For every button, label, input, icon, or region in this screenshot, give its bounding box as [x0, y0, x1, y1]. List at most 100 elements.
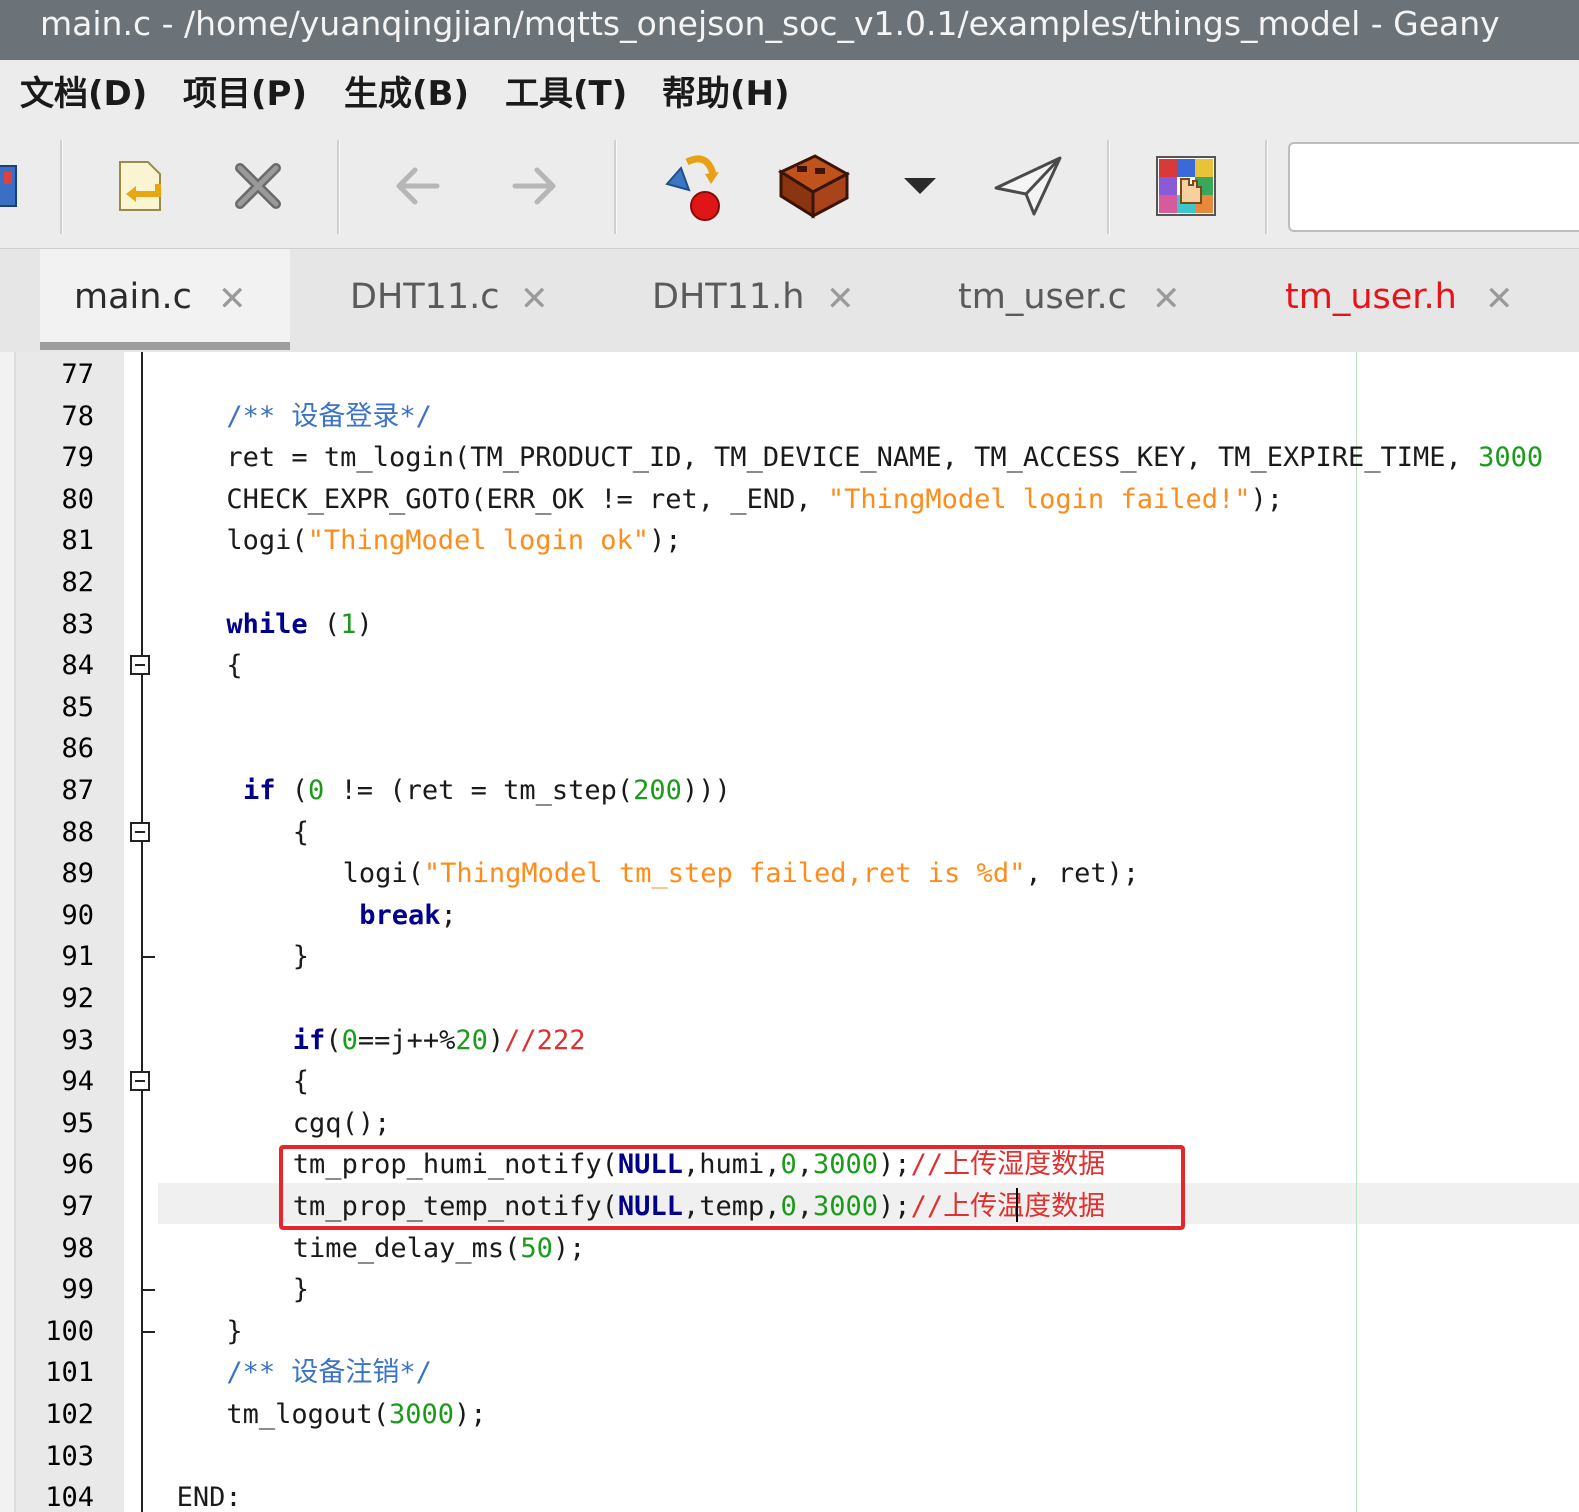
code-token: /** 设备注销*/: [226, 1357, 432, 1389]
code-token: (: [275, 775, 309, 806]
code-token: END:: [176, 1482, 242, 1512]
code-token: //222: [504, 1024, 586, 1056]
line-number: 90: [61, 899, 94, 931]
line-number: 85: [61, 691, 94, 723]
line-number: 104: [45, 1482, 94, 1512]
build-icon[interactable]: [773, 146, 853, 226]
code-token: 3000: [388, 1399, 454, 1430]
code-editor[interactable]: 77 78 79 80 81 82 83 84 85 86 87 88 89 90 91 92 93 94 95 96…: [0, 352, 1579, 1512]
code-token: while: [226, 608, 308, 640]
line-number: 88: [61, 816, 94, 848]
tab-dht11-h[interactable]: DHT11.h ✕: [612, 249, 892, 350]
close-tab-icon[interactable]: ✕: [218, 279, 247, 319]
save-icon[interactable]: [0, 146, 30, 226]
menu-tools[interactable]: 工具(T): [505, 72, 627, 116]
close-tab-icon[interactable]: ✕: [1485, 279, 1514, 319]
code-token: != (ret = tm_step(: [324, 775, 634, 806]
code-token: 200: [633, 775, 682, 806]
menu-build[interactable]: 生成(B): [344, 72, 469, 116]
code-line: /** 设备登录*/: [226, 396, 432, 438]
code-token: ;: [440, 899, 457, 931]
fold-end-marker: [141, 1289, 155, 1292]
code-token: tm_logout(: [226, 1399, 389, 1430]
window-title: main.c - /home/yuanqingjian/mqtts_onejso…: [0, 0, 1579, 60]
line-number: 78: [61, 400, 94, 432]
line-number: 94: [61, 1066, 94, 1098]
menu-help[interactable]: 帮助(H): [662, 72, 790, 116]
tab-dht11-c[interactable]: DHT11.c ✕: [310, 249, 590, 350]
code-token: cgq();: [292, 1107, 391, 1139]
fold-toggle-icon[interactable]: [130, 655, 150, 676]
line-number: 77: [61, 359, 94, 390]
code-token: if: [243, 775, 276, 806]
line-number: 93: [61, 1024, 94, 1056]
code-token: {: [292, 1066, 310, 1098]
code-token: "ThingModel login failed!": [827, 483, 1251, 515]
menu-bar: 文档(D) 项目(P) 生成(B) 工具(T) 帮助(H): [0, 60, 1579, 128]
line-number: 97: [61, 1191, 94, 1222]
toolbar: [0, 128, 1579, 249]
close-tab-icon[interactable]: ✕: [826, 279, 855, 319]
code-token: (: [307, 608, 341, 640]
line-number: 95: [61, 1107, 94, 1139]
menu-project[interactable]: 项目(P): [183, 72, 307, 116]
line-number: 79: [61, 442, 94, 474]
search-input[interactable]: [1288, 142, 1579, 232]
document-tabs: main.c ✕ DHT11.c ✕ DHT11.h ✕ tm_user.c ✕…: [0, 249, 1579, 354]
fold-toggle-icon[interactable]: [130, 1071, 150, 1092]
tab-tm-user-c[interactable]: tm_user.c ✕: [918, 249, 1218, 350]
menu-document[interactable]: 文档(D): [20, 72, 147, 116]
code-line: logi("ThingModel login ok");: [226, 520, 681, 562]
forward-arrow-icon[interactable]: [495, 146, 575, 226]
code-token: ))): [681, 775, 731, 806]
compile-icon[interactable]: [653, 146, 733, 226]
fold-end-marker: [141, 1330, 155, 1333]
code-token: ==j++%: [357, 1024, 456, 1056]
code-token: }: [292, 941, 310, 973]
close-tab-icon[interactable]: ✕: [1152, 279, 1181, 319]
code-token: 1: [340, 608, 357, 640]
fold-end-marker: [141, 956, 155, 959]
line-number: 89: [61, 858, 94, 890]
line-number: 81: [61, 525, 94, 557]
code-token: 0: [341, 1024, 358, 1056]
code-token: );: [453, 1399, 487, 1430]
tab-tm-user-h[interactable]: tm_user.h ✕: [1245, 249, 1579, 350]
code-token: if: [292, 1024, 326, 1056]
back-arrow-icon[interactable]: [377, 146, 457, 226]
code-line: time_delay_ms(50);: [293, 1228, 586, 1270]
code-line: while (1): [226, 604, 372, 646]
code-token: {: [292, 816, 310, 848]
line-number: 98: [61, 1232, 94, 1264]
tab-label: tm_user.h: [1285, 277, 1457, 317]
code-line: {: [226, 645, 242, 687]
line-number: 96: [61, 1149, 94, 1181]
code-line: ret = tm_login(TM_PRODUCT_ID, TM_DEVICE_…: [226, 437, 1543, 479]
code-token: );: [552, 1232, 586, 1264]
line-number-margin: 77 78 79 80 81 82 83 84 85 86 87 88 89 90 91 92 93 94 95 96…: [16, 352, 124, 1512]
code-line: logi("ThingModel tm_step failed,ret is %…: [343, 853, 1140, 895]
tab-label: main.c: [74, 277, 192, 317]
color-chooser-icon[interactable]: [1146, 146, 1226, 226]
code-token: 0: [308, 775, 325, 806]
code-token: CHECK_EXPR_GOTO(ERR_OK != ret, _END,: [226, 483, 828, 515]
code-token: }: [292, 1274, 310, 1306]
code-line: if (0 != (ret = tm_step(200))): [243, 770, 731, 812]
execute-icon[interactable]: [988, 146, 1068, 226]
code-token: logi(: [226, 525, 308, 557]
fold-toggle-icon[interactable]: [130, 821, 150, 842]
code-token: break: [359, 899, 441, 931]
tab-label: DHT11.h: [652, 277, 805, 317]
close-icon[interactable]: [218, 146, 298, 226]
code-token: );: [649, 525, 682, 557]
revert-icon[interactable]: [100, 146, 180, 226]
code-line: {: [293, 812, 309, 854]
line-number: 87: [61, 775, 94, 806]
code-token: "ThingModel tm_step failed,ret is %d": [423, 858, 1026, 890]
close-tab-icon[interactable]: ✕: [520, 279, 549, 319]
code-token: {: [226, 650, 243, 682]
tab-main-c[interactable]: main.c ✕: [40, 249, 290, 350]
build-dropdown-icon[interactable]: [880, 146, 960, 226]
line-number: 101: [45, 1357, 94, 1389]
code-token: /** 设备登录*/: [226, 400, 432, 432]
